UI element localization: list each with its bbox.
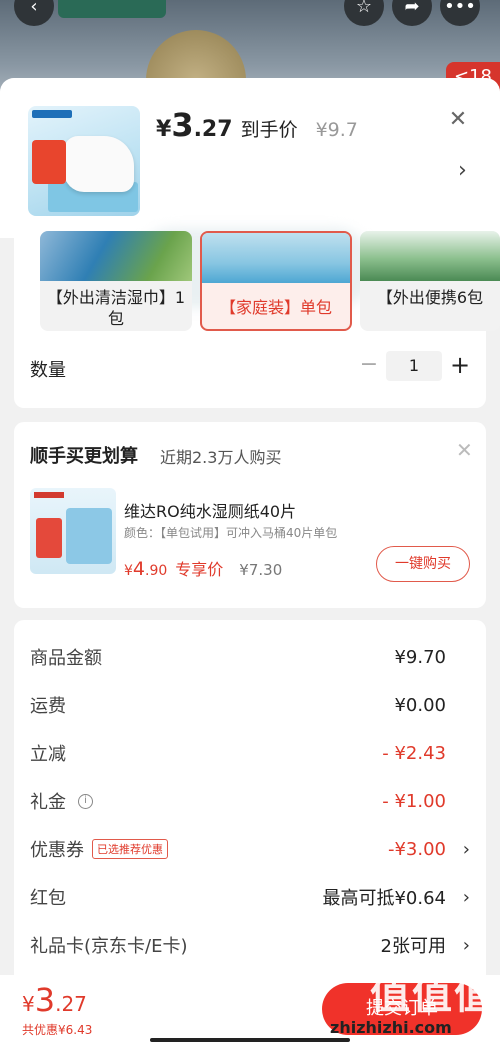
addon-product-image[interactable] [30, 488, 116, 574]
quantity-minus-button[interactable]: − [358, 350, 380, 380]
chevron-right-icon[interactable]: › [463, 887, 470, 908]
summary-row-gift-card[interactable]: 礼品卡(京东卡/E卡) 2张可用 › [30, 930, 470, 960]
variant-label: 【外出便携6包 [376, 288, 484, 307]
info-icon[interactable]: i [78, 793, 93, 809]
total-saving: 共优惠¥6.43 [22, 1023, 93, 1037]
background-banner [58, 0, 166, 18]
variant-label: 【外出清洁湿巾】1包 [46, 288, 186, 328]
product-thumbnail[interactable] [28, 106, 140, 216]
quantity-input[interactable]: 1 [386, 351, 442, 381]
addon-subtitle: 近期2.3万人购买 [160, 448, 282, 467]
summary-row-coupon[interactable]: 优惠券 已选推荐优惠 -¥3.00 › [30, 834, 470, 864]
price-label: 到手价 [240, 119, 298, 141]
total-price: ¥ 3 .27 [22, 981, 87, 1019]
close-icon[interactable]: ✕ [456, 438, 473, 462]
quantity-plus-button[interactable]: + [449, 350, 471, 380]
chevron-right-icon[interactable]: › [463, 839, 470, 860]
variant-option-selected[interactable]: 【家庭装】单包 [200, 231, 352, 331]
summary-row-goods-amount: 商品金额 ¥9.70 [30, 646, 446, 670]
summary-row-discount: 立减 - ¥2.43 [30, 742, 446, 766]
addon-title: 顺手买更划算 [30, 446, 138, 467]
addon-product-name[interactable]: 维达RO纯水湿厕纸40片 [124, 498, 296, 522]
summary-row-red-packet[interactable]: 红包 最高可抵¥0.64 › [30, 882, 470, 912]
summary-row-shipping: 运费 ¥0.00 [30, 694, 446, 718]
chevron-right-icon[interactable]: › [458, 158, 467, 183]
summary-row-gift-money: 礼金 i - ¥1.00 [30, 790, 446, 814]
product-price: ¥ 3 .27 到手价 ¥9.7 [156, 106, 358, 144]
addon-price-label: 专享价 [175, 560, 224, 579]
variant-option[interactable]: 【外出清洁湿巾】1包 [40, 231, 192, 331]
quantity-label: 数量 [30, 360, 66, 381]
close-icon[interactable]: ✕ [446, 108, 470, 132]
addon-card: 顺手买更划算 近期2.3万人购买 ✕ 维达RO纯水湿厕纸40片 颜色：【单包试用… [14, 422, 486, 608]
variant-label: 【家庭装】单包 [219, 298, 332, 317]
coupon-tag: 已选推荐优惠 [92, 839, 168, 859]
variant-option[interactable]: 【外出便携6包 [360, 231, 500, 331]
one-click-buy-button[interactable]: 一键购买 [376, 546, 470, 582]
addon-product-spec: 颜色：【单包试用】可冲入马桶40片单包 [124, 526, 338, 540]
watermark-url: zhizhizhi.com [330, 1018, 452, 1037]
addon-original-price: ¥7.30 [239, 561, 283, 579]
purchase-sheet: ¥ 3 .27 到手价 ¥9.7 ✕ › 【外出清洁湿巾】1包 【家庭装】单包 … [0, 78, 500, 1044]
original-price: ¥9.7 [315, 119, 358, 141]
home-indicator [150, 1038, 350, 1042]
watermark-logo: 值值值 [370, 972, 496, 1018]
addon-price: ¥ 4 .90 专享价 ¥7.30 [124, 558, 283, 580]
chevron-right-icon[interactable]: › [463, 935, 470, 956]
